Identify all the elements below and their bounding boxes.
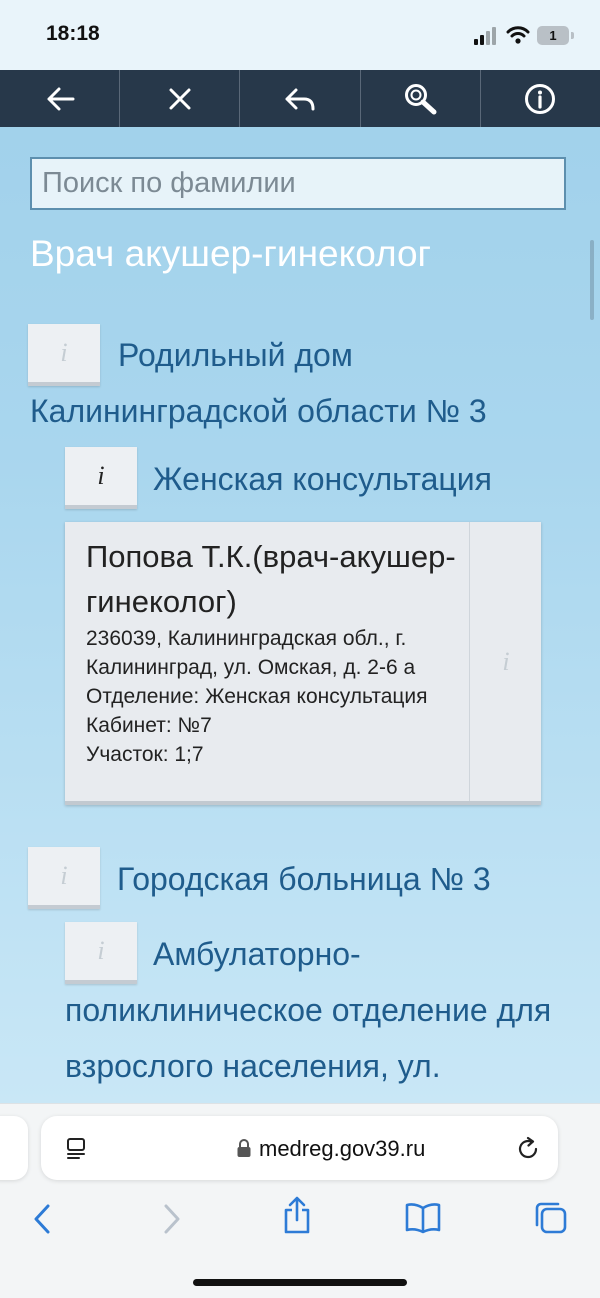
app-toolbar xyxy=(0,70,600,127)
bookmarks-icon[interactable] xyxy=(404,1202,442,1234)
doctor-name: Попова Т.К.(врач-акушер-гинеколог) xyxy=(86,539,456,619)
doctor-cabinet: Кабинет: №7 xyxy=(86,714,212,737)
search-button[interactable] xyxy=(361,70,481,127)
cellular-signal-icon xyxy=(474,27,498,45)
share-icon[interactable] xyxy=(281,1196,313,1236)
search-input[interactable] xyxy=(30,157,566,210)
previous-tab-peek[interactable] xyxy=(0,1116,28,1180)
info-icon xyxy=(525,83,556,114)
url-text: medreg.gov39.ru xyxy=(259,1136,426,1161)
close-icon xyxy=(169,88,191,109)
organization-link[interactable]: Городская больница № 3 xyxy=(117,851,491,907)
clock: 18:18 xyxy=(46,22,100,45)
info-button[interactable] xyxy=(481,70,600,127)
search-icon xyxy=(405,83,437,114)
close-button[interactable] xyxy=(120,70,241,127)
browser-forward-icon[interactable] xyxy=(158,1202,184,1236)
battery-icon: 1 xyxy=(537,26,569,45)
info-glyph-icon: i xyxy=(60,861,68,890)
undo-button[interactable] xyxy=(240,70,361,127)
battery-cap xyxy=(571,32,574,39)
organization-link[interactable]: Родильный дом Калининградской области № … xyxy=(30,327,570,439)
tabs-icon[interactable] xyxy=(533,1200,569,1236)
wifi-icon xyxy=(506,26,530,44)
undo-icon xyxy=(285,88,315,110)
lock-icon xyxy=(237,1139,251,1157)
org-info-button[interactable]: i xyxy=(28,847,100,909)
department-link[interactable]: Женская консультация xyxy=(153,451,492,507)
info-glyph-icon: i xyxy=(97,461,105,490)
home-indicator xyxy=(193,1279,407,1286)
doctor-district: Участок: 1;7 xyxy=(86,743,204,766)
department-info-button[interactable]: i xyxy=(65,447,137,509)
back-button[interactable] xyxy=(0,70,121,127)
scrollbar[interactable] xyxy=(590,240,594,320)
info-glyph-icon: i xyxy=(502,646,510,676)
doctor-address: 236039, Калининградская обл., г. Калинин… xyxy=(86,627,416,679)
back-arrow-icon xyxy=(47,87,75,110)
doctor-info-button[interactable]: i xyxy=(469,522,542,801)
reload-icon[interactable] xyxy=(515,1136,541,1162)
page-menu-icon[interactable] xyxy=(65,1136,89,1160)
doctor-details[interactable]: Попова Т.К.(врач-акушер-гинеколог) 23603… xyxy=(65,522,469,801)
status-bar: 18:18 1 xyxy=(0,0,600,70)
address-bar[interactable]: medreg.gov39.ru xyxy=(41,1116,558,1180)
battery-level: 1 xyxy=(549,28,557,43)
browser-nav-row xyxy=(0,1196,600,1242)
doctor-card[interactable]: Попова Т.К.(врач-акушер-гинеколог) 23603… xyxy=(65,522,541,805)
doctor-department: Отделение: Женская консультация xyxy=(86,685,428,708)
browser-bottom-bar: medreg.gov39.ru xyxy=(0,1103,600,1298)
page-title: Врач акушер-гинеколог xyxy=(30,233,432,274)
browser-back-icon[interactable] xyxy=(30,1202,56,1236)
